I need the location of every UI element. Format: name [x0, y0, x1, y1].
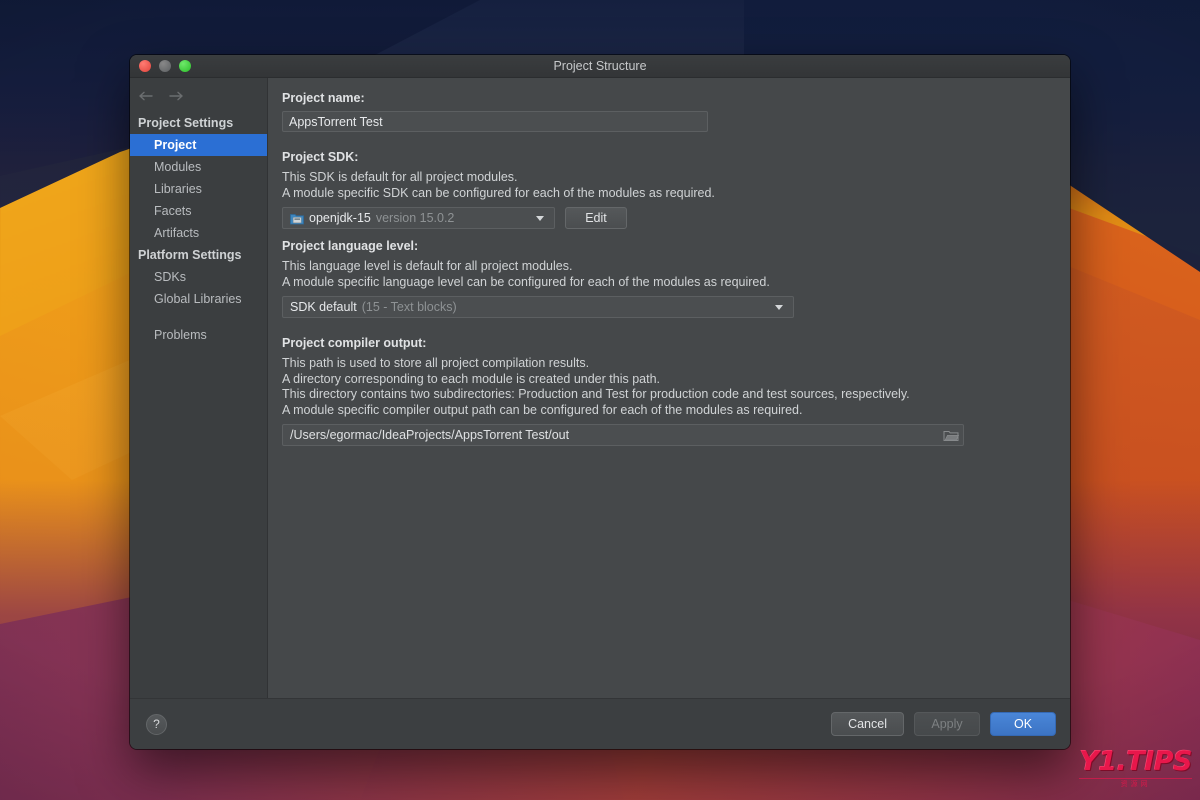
chevron-down-icon [775, 304, 783, 310]
project-sdk-version: version 15.0.2 [375, 211, 455, 225]
window-title: Project Structure [553, 59, 647, 73]
project-sdk-name: openjdk-15 [309, 211, 371, 225]
compiler-output-path-input[interactable]: /Users/egormac/IdeaProjects/AppsTorrent … [282, 424, 964, 446]
project-sdk-combobox[interactable]: openjdk-15 version 15.0.2 [282, 207, 555, 229]
project-name-section: Project name: AppsTorrent Test [282, 90, 1054, 132]
zoom-button[interactable] [179, 60, 191, 72]
language-level-label: Project language level: [282, 239, 419, 253]
language-level-value: SDK default [290, 300, 357, 314]
compiler-output-desc-line-3: This directory contains two subdirectori… [282, 387, 910, 401]
site-watermark: Y1.TIPS 资源网 [1079, 748, 1192, 788]
language-level-combobox[interactable]: SDK default (15 - Text blocks) [282, 296, 794, 318]
dialog-body: Project Settings Project Modules Librari… [130, 78, 1070, 698]
settings-sidebar: Project Settings Project Modules Librari… [130, 78, 268, 698]
sidebar-item-problems[interactable]: Problems [130, 324, 267, 346]
project-structure-dialog: Project Structure Project Settings Proje… [130, 55, 1070, 749]
desktop-wallpaper: Project Structure Project Settings Proje… [0, 0, 1200, 800]
sidebar-item-sdks[interactable]: SDKs [130, 266, 267, 288]
compiler-output-desc-line-2: A directory corresponding to each module… [282, 371, 660, 386]
compiler-output-desc-line-4: A module specific compiler output path c… [282, 402, 803, 417]
settings-tree: Project Settings Project Modules Librari… [130, 110, 267, 346]
sidebar-item-artifacts[interactable]: Artifacts [130, 222, 267, 244]
sdk-folder-icon [290, 212, 304, 225]
apply-button: Apply [914, 712, 980, 736]
project-name-input[interactable]: AppsTorrent Test [282, 111, 708, 132]
project-sdk-desc-line-1: This SDK is default for all project modu… [282, 170, 518, 184]
project-name-label: Project name: [282, 91, 365, 105]
watermark-text: Y1.TIPS [1079, 746, 1192, 777]
help-button[interactable]: ? [146, 713, 167, 735]
language-level-section: Project language level: This language le… [282, 238, 1054, 318]
language-level-desc-line-2: A module specific language level can be … [282, 274, 770, 289]
sidebar-nav-arrows [130, 82, 267, 110]
ok-button[interactable]: OK [990, 712, 1056, 736]
chevron-down-icon [536, 215, 544, 221]
tree-group-platform-settings: Platform Settings [138, 248, 242, 262]
project-sdk-row: openjdk-15 version 15.0.2 Edit [282, 207, 1054, 229]
project-sdk-section: Project SDK: This SDK is default for all… [282, 149, 1054, 229]
language-level-detail: (15 - Text blocks) [361, 300, 457, 314]
compiler-output-path-value: /Users/egormac/IdeaProjects/AppsTorrent … [290, 428, 570, 442]
window-title-bar[interactable]: Project Structure [130, 55, 1070, 78]
compiler-output-label: Project compiler output: [282, 336, 427, 350]
edit-sdk-button[interactable]: Edit [565, 207, 627, 229]
sidebar-item-global-libraries[interactable]: Global Libraries [130, 288, 267, 310]
project-name-value: AppsTorrent Test [289, 114, 383, 129]
sidebar-item-facets[interactable]: Facets [130, 200, 267, 222]
sidebar-item-project[interactable]: Project [130, 134, 267, 156]
compiler-output-section: Project compiler output: This path is us… [282, 335, 1054, 446]
cancel-button[interactable]: Cancel [831, 712, 904, 736]
minimize-button[interactable] [159, 60, 171, 72]
compiler-output-desc-line-1: This path is used to store all project c… [282, 356, 590, 370]
watermark-subtext: 资源网 [1079, 778, 1192, 788]
traffic-light-group [139, 60, 191, 72]
back-arrow-icon[interactable] [138, 89, 154, 103]
browse-folder-icon[interactable] [943, 429, 960, 442]
forward-arrow-icon[interactable] [168, 89, 184, 103]
tree-group-project-settings: Project Settings [138, 116, 234, 130]
sidebar-item-modules[interactable]: Modules [130, 156, 267, 178]
settings-content-panel: Project name: AppsTorrent Test Project S… [268, 78, 1070, 698]
dialog-footer: ? Cancel Apply OK [130, 698, 1070, 749]
project-sdk-label: Project SDK: [282, 150, 359, 164]
close-button[interactable] [139, 60, 151, 72]
sidebar-item-libraries[interactable]: Libraries [130, 178, 267, 200]
project-sdk-desc-line-2: A module specific SDK can be configured … [282, 185, 715, 200]
language-level-desc-line-1: This language level is default for all p… [282, 259, 573, 273]
